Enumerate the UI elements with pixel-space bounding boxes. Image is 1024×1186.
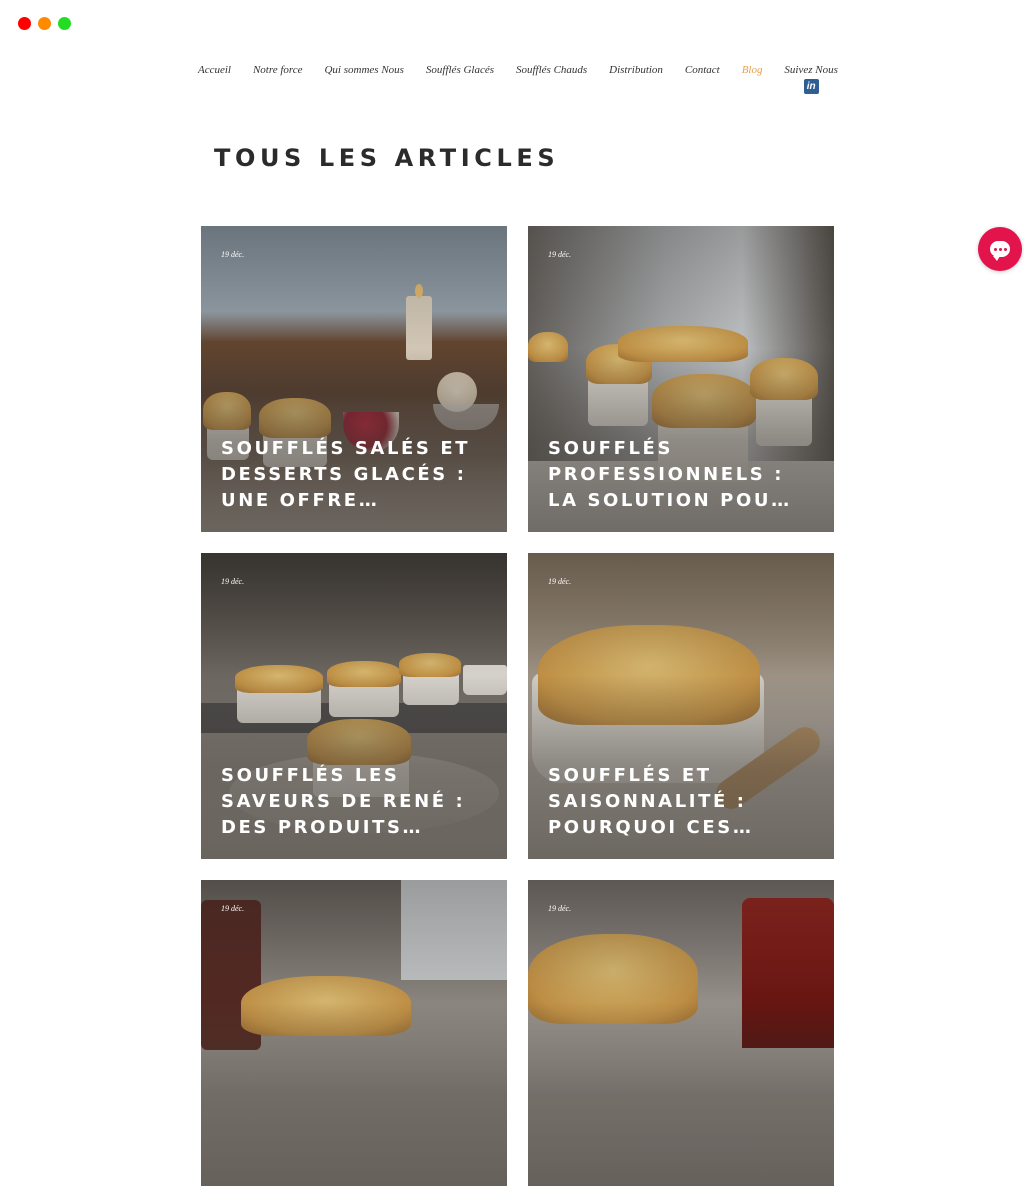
post-card[interactable]: 19 déc. bbox=[528, 880, 834, 1186]
chat-icon bbox=[990, 241, 1010, 261]
post-card[interactable]: 19 déc. SOUFFLÉS SALÉS ET DESSERTS GLACÉ… bbox=[201, 226, 507, 532]
minimize-dot[interactable] bbox=[38, 17, 51, 30]
linkedin-icon[interactable]: in bbox=[803, 79, 819, 94]
post-title[interactable]: SOUFFLÉS ET SAISONNALITÉ : POURQUOI CES… bbox=[548, 763, 820, 841]
post-date: 19 déc. bbox=[221, 904, 245, 913]
post-title[interactable]: SOUFFLÉS LES SAVEURS DE RENÉ : DES PRODU… bbox=[221, 763, 493, 841]
nav-item-souffles-glaces[interactable]: Soufflés Glacés bbox=[426, 64, 494, 94]
page-title: TOUS LES ARTICLES bbox=[214, 144, 560, 172]
nav-item-qui-sommes-nous[interactable]: Qui sommes Nous bbox=[324, 64, 403, 94]
post-date: 19 déc. bbox=[548, 250, 572, 259]
window-controls bbox=[18, 17, 71, 30]
post-date: 19 déc. bbox=[221, 577, 245, 586]
chat-button[interactable] bbox=[978, 227, 1022, 271]
post-card[interactable]: 19 déc. SOUFFLÉS PROFESSIONNELS : LA SOL… bbox=[528, 226, 834, 532]
post-date: 19 déc. bbox=[548, 577, 572, 586]
nav-item-distribution[interactable]: Distribution bbox=[609, 64, 663, 94]
maximize-dot[interactable] bbox=[58, 17, 71, 30]
post-title[interactable]: SOUFFLÉS SALÉS ET DESSERTS GLACÉS : UNE … bbox=[221, 436, 493, 514]
post-date: 19 déc. bbox=[221, 250, 245, 259]
post-card[interactable]: 19 déc. SOUFFLÉS ET SAISONNALITÉ : POURQ… bbox=[528, 553, 834, 859]
post-title[interactable]: SOUFFLÉS PROFESSIONNELS : LA SOLUTION PO… bbox=[548, 436, 820, 514]
nav-item-blog[interactable]: Blog bbox=[742, 64, 763, 94]
main-nav: Accueil Notre force Qui sommes Nous Souf… bbox=[198, 64, 838, 94]
nav-item-contact[interactable]: Contact bbox=[685, 64, 720, 94]
nav-social-group: Suivez Nous in bbox=[784, 64, 838, 94]
post-card[interactable]: 19 déc. SOUFFLÉS LES SAVEURS DE RENÉ : D… bbox=[201, 553, 507, 859]
nav-item-suivez-nous[interactable]: Suivez Nous bbox=[784, 64, 837, 76]
post-card[interactable]: 19 déc. bbox=[201, 880, 507, 1186]
nav-item-accueil[interactable]: Accueil bbox=[198, 64, 231, 94]
post-date: 19 déc. bbox=[548, 904, 572, 913]
nav-item-souffles-chauds[interactable]: Soufflés Chauds bbox=[516, 64, 587, 94]
close-dot[interactable] bbox=[18, 17, 31, 30]
nav-item-notre-force[interactable]: Notre force bbox=[253, 64, 303, 94]
